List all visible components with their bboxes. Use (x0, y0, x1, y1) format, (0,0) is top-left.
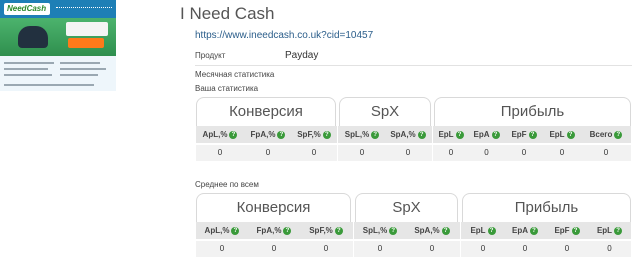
table-row: 0 0 0 0 0 0 0 0 0 (196, 241, 631, 257)
question-circle-icon[interactable]: ? (530, 226, 538, 235)
question-circle-icon[interactable]: ? (528, 130, 537, 139)
product-row: Продукт Payday (195, 50, 632, 66)
group-header-conversion: Конверсия (196, 193, 351, 222)
question-circle-icon[interactable]: ? (231, 226, 240, 235)
table-cell: 0 (217, 148, 223, 157)
thumbnail-text-line (4, 62, 54, 64)
table-cell: 0 (323, 244, 329, 253)
question-circle-icon[interactable]: ? (491, 130, 500, 139)
column-header: FpA,%? (248, 222, 300, 239)
question-circle-icon[interactable]: ? (487, 226, 496, 235)
question-circle-icon[interactable]: ? (229, 130, 238, 139)
thumbnail-apply-button (68, 38, 104, 48)
table-cell: 0 (448, 148, 454, 157)
column-header: EpF? (505, 126, 543, 143)
group-divider (337, 126, 338, 143)
group-header-spx: SpX (339, 97, 431, 126)
table-cell: 0 (377, 244, 383, 253)
column-header: SpL,%? (354, 222, 406, 239)
table-cell: 0 (607, 244, 612, 253)
site-thumbnail[interactable]: NeedCash (0, 0, 116, 91)
table-cell: 0 (429, 244, 435, 253)
table-cell: 0 (271, 244, 277, 253)
column-header: SpL,%? (339, 126, 385, 143)
thumbnail-text-line (60, 62, 100, 64)
table-cell: 0 (522, 244, 528, 253)
question-circle-icon[interactable]: ? (614, 130, 623, 139)
table-cell: 0 (559, 148, 565, 157)
site-url-link[interactable]: https://www.ineedcash.co.uk?cid=10457 (195, 30, 373, 41)
column-header: ApL,%? (196, 126, 244, 143)
question-circle-icon[interactable]: ? (566, 130, 575, 139)
column-header: EpA? (504, 222, 546, 239)
table-cell: 0 (480, 244, 486, 253)
question-circle-icon[interactable]: ? (455, 130, 464, 139)
page-title: I Need Cash (180, 4, 275, 23)
thumbnail-person-image (18, 26, 48, 48)
group-divider (460, 241, 461, 257)
monthly-stats-label: Месячная статистика (195, 70, 275, 79)
thumbnail-form-box (66, 22, 108, 36)
thumbnail-text-line (60, 68, 106, 70)
thumbnail-nav (56, 7, 112, 10)
column-header: EpL? (543, 126, 581, 143)
question-circle-icon[interactable]: ? (322, 130, 331, 139)
table-cell: 0 (564, 244, 570, 253)
table-header-row: ApL,%? FpA,%? SpF,%? SpL,%? SpA,%? EpL? … (196, 126, 631, 143)
column-header: EpL? (462, 222, 504, 239)
table-cell: 0 (484, 148, 489, 157)
column-header: SpF,%? (300, 222, 352, 239)
group-header-profit: Прибыль (434, 97, 631, 126)
column-header: Всего? (581, 126, 631, 143)
product-label: Продукт (195, 51, 226, 60)
group-divider (460, 222, 461, 239)
table-cell: 0 (265, 148, 271, 157)
group-divider (337, 145, 338, 161)
question-circle-icon[interactable]: ? (371, 130, 380, 139)
group-divider (432, 145, 433, 161)
question-circle-icon[interactable]: ? (441, 226, 450, 235)
table-row: 0 0 0 0 0 0 0 0 0 0 (196, 145, 631, 161)
question-circle-icon[interactable]: ? (614, 226, 623, 235)
group-divider (432, 126, 433, 143)
group-divider (353, 222, 354, 239)
group-divider (353, 241, 354, 257)
average-stats-label: Среднее по всем (195, 180, 259, 189)
thumbnail-text-line (60, 74, 98, 76)
question-circle-icon[interactable]: ? (283, 226, 292, 235)
column-header: EpL? (434, 126, 468, 143)
column-header: SpA,%? (385, 126, 431, 143)
thumbnail-logo: NeedCash (4, 3, 50, 15)
column-header: FpA,%? (244, 126, 292, 143)
group-header-conversion: Конверсия (196, 97, 336, 126)
group-header-profit: Прибыль (462, 193, 631, 222)
product-value: Payday (285, 50, 319, 61)
column-header: EpL? (588, 222, 631, 239)
question-circle-icon[interactable]: ? (417, 130, 426, 139)
thumbnail-text-line (4, 68, 48, 70)
column-header: EpF? (546, 222, 588, 239)
your-stats-label: Ваша статистика (195, 84, 259, 93)
table-cell: 0 (219, 244, 225, 253)
question-circle-icon[interactable]: ? (389, 226, 398, 235)
column-header: SpA,%? (406, 222, 458, 239)
thumbnail-text-line (4, 84, 94, 86)
table-header-row: ApL,%? FpA,%? SpF,%? SpL,%? SpA,%? EpL? … (196, 222, 631, 239)
table-cell: 0 (311, 148, 317, 157)
table-cell: 0 (521, 148, 527, 157)
question-circle-icon[interactable]: ? (334, 226, 343, 235)
column-header: SpF,%? (292, 126, 336, 143)
column-header: EpA? (468, 126, 505, 143)
question-circle-icon[interactable]: ? (277, 130, 286, 139)
table-cell: 0 (359, 148, 365, 157)
group-header-spx: SpX (355, 193, 458, 222)
thumbnail-text-line (4, 74, 52, 76)
column-header: ApL,%? (196, 222, 248, 239)
table-cell: 0 (603, 148, 609, 157)
table-cell: 0 (405, 148, 411, 157)
question-circle-icon[interactable]: ? (571, 226, 580, 235)
